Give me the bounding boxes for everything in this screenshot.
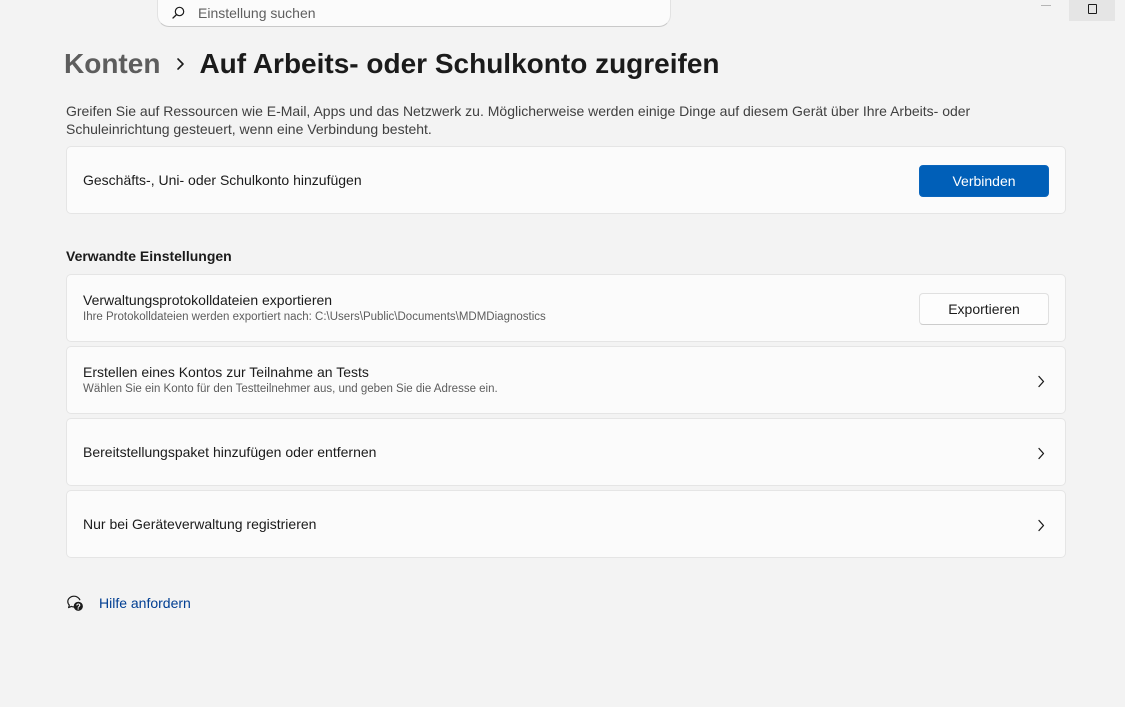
connect-button[interactable]: Verbinden	[919, 165, 1049, 197]
page-description: Greifen Sie auf Ressourcen wie E-Mail, A…	[66, 103, 971, 137]
chevron-right-icon	[1033, 517, 1049, 533]
device-management-title: Nur bei Geräteverwaltung registrieren	[83, 516, 317, 532]
get-help-link[interactable]: ? Hilfe anfordern	[66, 592, 191, 614]
search-icon	[171, 6, 185, 20]
get-help-label: Hilfe anfordern	[99, 595, 191, 611]
breadcrumb: Konten Auf Arbeits- oder Schulkonto zugr…	[64, 44, 720, 84]
test-account-title: Erstellen eines Kontos zur Teilnahme an …	[83, 364, 369, 380]
maximize-icon	[1087, 3, 1097, 14]
chevron-right-icon	[1033, 373, 1049, 389]
breadcrumb-parent-link[interactable]: Konten	[64, 48, 160, 80]
test-account-card[interactable]: Erstellen eines Kontos zur Teilnahme an …	[66, 346, 1066, 414]
page-title: Auf Arbeits- oder Schulkonto zugreifen	[199, 48, 720, 79]
search-box[interactable]	[157, 0, 671, 27]
add-account-label: Geschäfts-, Uni- oder Schulkonto hinzufü…	[83, 172, 362, 188]
add-account-card: Geschäfts-, Uni- oder Schulkonto hinzufü…	[66, 146, 1066, 214]
export-button[interactable]: Exportieren	[919, 293, 1049, 325]
provisioning-package-card[interactable]: Bereitstellungspaket hinzufügen oder ent…	[66, 418, 1066, 486]
svg-text:?: ?	[76, 602, 81, 611]
related-settings-heading: Verwandte Einstellungen	[66, 248, 232, 264]
chevron-right-icon	[176, 57, 185, 71]
device-management-card[interactable]: Nur bei Geräteverwaltung registrieren	[66, 490, 1066, 558]
chevron-right-icon	[1033, 445, 1049, 461]
export-logs-subtitle: Ihre Protokolldateien werden exportiert …	[83, 311, 546, 323]
maximize-button[interactable]	[1069, 0, 1115, 21]
provisioning-package-title: Bereitstellungspaket hinzufügen oder ent…	[83, 444, 377, 460]
export-logs-title: Verwaltungsprotokolldateien exportieren	[83, 292, 333, 308]
test-account-subtitle: Wählen Sie ein Konto für den Testteilneh…	[83, 383, 498, 395]
search-input[interactable]	[198, 4, 628, 21]
minimize-icon	[1041, 5, 1051, 6]
help-chat-icon: ?	[66, 594, 84, 612]
export-logs-card: Verwaltungsprotokolldateien exportieren …	[66, 274, 1066, 342]
minimize-button[interactable]	[1036, 0, 1056, 10]
